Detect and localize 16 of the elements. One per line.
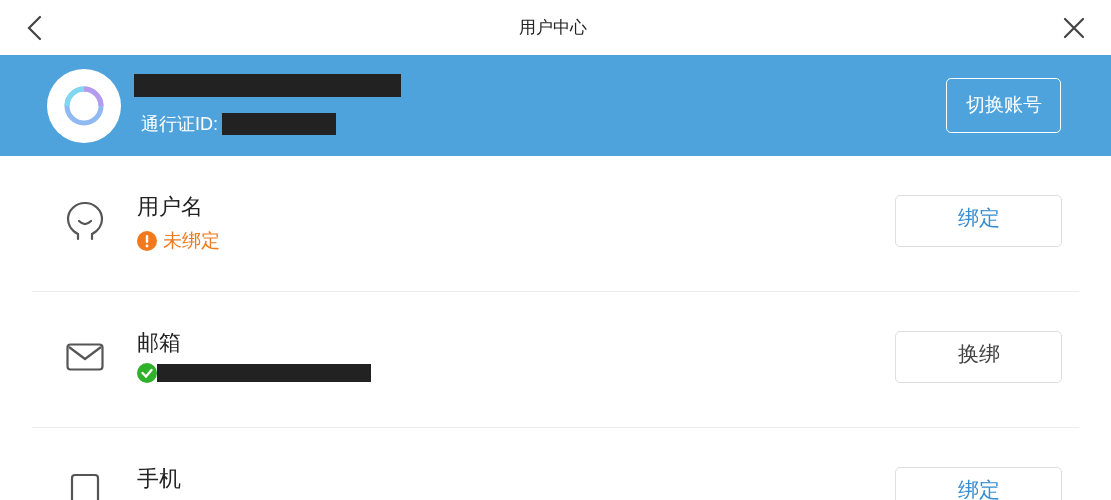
envelope-icon bbox=[65, 343, 104, 371]
rebind-button[interactable]: 换绑 bbox=[895, 331, 1062, 383]
warning-icon bbox=[137, 231, 157, 252]
bind-button[interactable]: 绑定 bbox=[895, 195, 1062, 247]
check-icon bbox=[137, 363, 157, 383]
back-icon[interactable] bbox=[26, 14, 42, 41]
window-title: 用户中心 bbox=[518, 16, 587, 39]
status-text: 未绑定 bbox=[163, 229, 220, 253]
switch-account-button[interactable]: 切换账号 bbox=[946, 78, 1061, 133]
row-label: 邮箱 bbox=[137, 329, 182, 357]
id-label: 通行证ID: bbox=[141, 112, 218, 136]
bind-button[interactable]: 绑定 bbox=[895, 467, 1062, 500]
row-label: 手机 bbox=[137, 465, 181, 493]
smiley-face-icon bbox=[65, 201, 104, 241]
close-icon[interactable] bbox=[1063, 16, 1085, 39]
row-label: 用户名 bbox=[137, 193, 204, 221]
